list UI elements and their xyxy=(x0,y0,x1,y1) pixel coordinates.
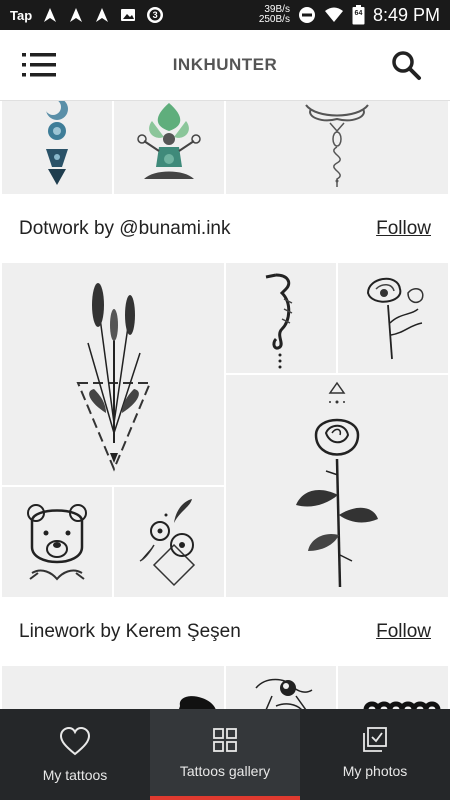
gallery-title: Linework by Kerem Şeşen xyxy=(19,621,241,642)
tattoo-tile-lavender-triangle[interactable] xyxy=(2,263,224,485)
tattoo-tile-bear[interactable] xyxy=(2,487,112,597)
nav-my-photos[interactable]: My photos xyxy=(300,709,450,800)
tattoo-tile-linework-2[interactable] xyxy=(226,666,336,709)
nav-label-tattoos-gallery: Tattoos gallery xyxy=(179,763,271,779)
battery-icon: 64 xyxy=(352,5,365,25)
tattoo-tile-poppy[interactable] xyxy=(338,263,448,373)
battery-level: 64 xyxy=(354,10,363,17)
tattoo-moon-phases-image xyxy=(45,101,68,185)
follow-button[interactable]: Follow xyxy=(376,194,431,264)
nav-tattoos-gallery[interactable]: Tattoos gallery xyxy=(150,709,300,800)
photos-icon xyxy=(363,727,387,752)
nav-my-tattoos[interactable]: My tattoos xyxy=(0,709,150,800)
bottom-navigation: My tattoos Tattoos gallery My photos xyxy=(0,709,450,800)
navigation-icon xyxy=(44,8,57,22)
tattoo-tile-serpent-knot[interactable] xyxy=(226,101,448,194)
tattoo-flowers-image xyxy=(139,499,196,587)
tattoo-tile-moon-phases[interactable] xyxy=(2,101,112,194)
tattoo-feed[interactable]: Dotwork by @bunami.ink Follow Linework b… xyxy=(0,101,450,709)
tattoo-serpent-knot-image xyxy=(305,104,369,187)
status-bar: Tap 3 39B/s 250B/s 64 8:49 PM xyxy=(0,0,450,30)
active-tab-indicator xyxy=(150,796,300,800)
dnd-icon xyxy=(298,7,315,23)
tattoo-tile-meditation[interactable] xyxy=(114,101,224,194)
carrier-label: Tap xyxy=(10,7,33,23)
gallery-header-dotwork: Dotwork by @bunami.ink Follow xyxy=(0,194,450,264)
heart-icon xyxy=(59,726,91,756)
tattoo-linework-3-image xyxy=(363,701,441,709)
nav-label-my-tattoos: My tattoos xyxy=(42,767,108,783)
network-speed: 39B/s 250B/s xyxy=(259,5,290,25)
wifi-icon xyxy=(324,7,343,22)
tattoo-tile-rose[interactable] xyxy=(226,375,448,597)
settings-icon: 3 xyxy=(146,6,164,24)
tattoo-rose-image xyxy=(296,381,378,588)
app-title: INKHUNTER xyxy=(172,55,278,74)
navigation-icon xyxy=(96,8,109,22)
nav-label-my-photos: My photos xyxy=(342,763,408,779)
tattoo-tile-linework-1[interactable] xyxy=(2,666,224,709)
clock: 8:49 PM xyxy=(372,4,440,25)
tattoo-poppy-image xyxy=(366,278,424,360)
gallery-title: Dotwork by @bunami.ink xyxy=(19,218,231,239)
tattoo-linework-1-image xyxy=(179,696,216,709)
tattoo-lavender-triangle-image xyxy=(76,283,152,472)
tattoo-seahorse-image xyxy=(265,273,293,369)
tattoo-meditation-image xyxy=(137,103,201,179)
tattoo-tile-linework-3[interactable] xyxy=(338,666,448,709)
speed-down-label: 250B/s xyxy=(258,14,290,25)
tattoo-tile-flowers[interactable] xyxy=(114,487,224,597)
navigation-icon xyxy=(70,8,83,22)
app-bar: INKHUNTER xyxy=(0,30,450,101)
search-icon xyxy=(392,51,421,80)
gallery-header-linework: Linework by Kerem Şeşen Follow xyxy=(0,597,450,667)
tattoo-bear-image xyxy=(27,504,87,581)
follow-button[interactable]: Follow xyxy=(376,597,431,667)
notification-count: 3 xyxy=(152,10,158,20)
grid-icon xyxy=(213,728,237,752)
search-button[interactable] xyxy=(390,49,422,81)
image-icon xyxy=(121,9,136,21)
tattoo-tile-seahorse[interactable] xyxy=(226,263,336,373)
tattoo-linework-2-image xyxy=(255,678,313,709)
